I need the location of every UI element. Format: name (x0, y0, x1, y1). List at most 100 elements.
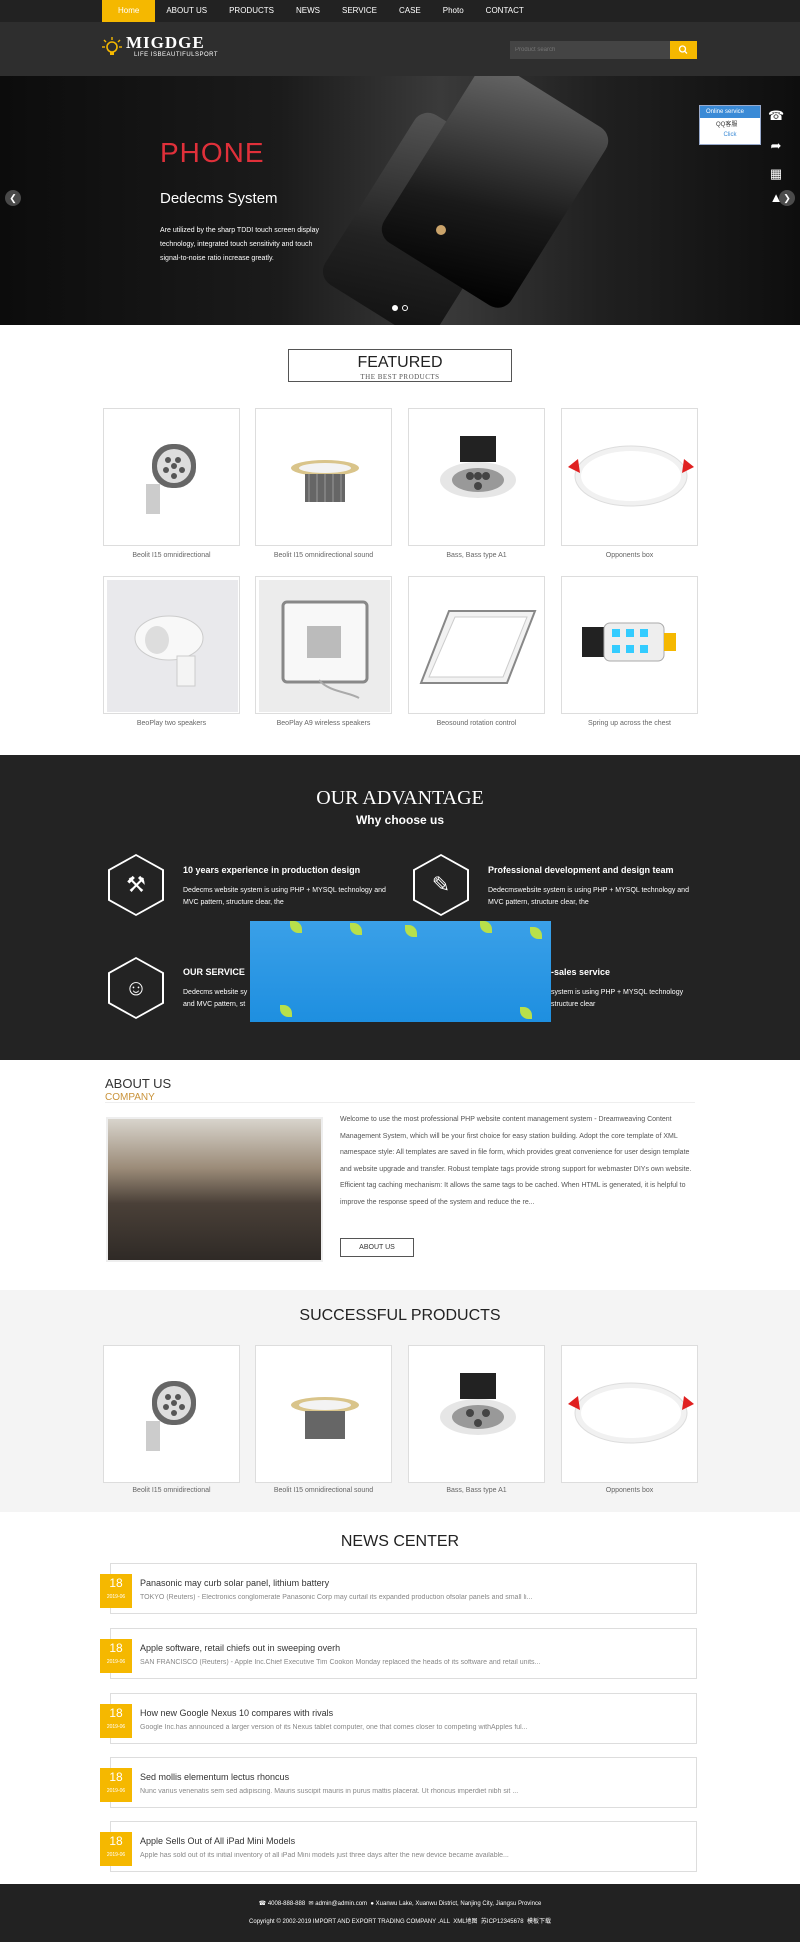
nav-photo[interactable]: Photo (432, 0, 475, 22)
banner-title: PHONE (160, 137, 265, 168)
featured-title: FEATURED (357, 354, 443, 371)
leaf-decoration (290, 921, 302, 933)
product-card[interactable] (103, 576, 240, 714)
news-item[interactable] (110, 1563, 697, 1614)
advantage-text: Dedecms website sy and MVC pattern, st (183, 989, 248, 1008)
news-headline[interactable]: How new Google Nexus 10 compares with ri… (140, 1708, 333, 1718)
product-caption[interactable]: BeoPlay two speakers (103, 720, 240, 727)
nav-about-us[interactable]: ABOUT US (155, 0, 218, 22)
news-headline[interactable]: Apple software, retail chiefs out in swe… (140, 1643, 340, 1653)
icp-link[interactable]: 苏ICP12345678 (481, 1919, 524, 1925)
news-summary: Nunc varius venenatis sem sed adipiscing… (140, 1788, 519, 1795)
leaf-decoration (530, 927, 542, 939)
product-caption[interactable]: Beolit I15 omnidirectional sound (255, 1487, 392, 1494)
news-date-badge: 18 2019-06 (100, 1574, 132, 1608)
product-card[interactable] (255, 576, 392, 714)
product-card[interactable] (408, 576, 545, 714)
product-caption[interactable]: Beolit I15 omnidirectional sound (255, 552, 392, 559)
product-caption[interactable]: Bass, Bass type A1 (408, 1487, 545, 1494)
news-day: 18 (109, 1834, 123, 1848)
about-title: ABOUT US (105, 1076, 172, 1091)
product-caption[interactable]: Beolit I15 omnidirectional (103, 552, 240, 559)
online-service-click[interactable]: Click (700, 132, 760, 138)
news-headline[interactable]: Apple Sells Out of All iPad Mini Models (140, 1836, 295, 1846)
product-card[interactable] (103, 408, 240, 546)
about-us-button[interactable]: ABOUT US (340, 1238, 414, 1257)
product-caption[interactable]: Opponents box (561, 1487, 698, 1494)
news-headline[interactable]: Panasonic may curb solar panel, lithium … (140, 1578, 329, 1588)
product-caption[interactable]: Bass, Bass type A1 (408, 552, 545, 559)
nav-products[interactable]: PRODUCTS (218, 0, 285, 22)
popup-ad-overlay[interactable] (250, 921, 551, 1022)
news-month: 2019-06 (106, 1659, 126, 1665)
online-service-header: Online service (700, 106, 760, 118)
product-card[interactable] (408, 1345, 545, 1483)
banner-dot-2[interactable] (402, 305, 408, 311)
product-card[interactable] (561, 1345, 698, 1483)
floodlight-icon (146, 444, 196, 514)
online-service-widget[interactable]: Online service QQ客服 Click (699, 105, 761, 145)
nav-home[interactable]: Home (102, 0, 156, 22)
news-day: 18 (109, 1641, 123, 1655)
footer-email[interactable]: admin@admin.com (315, 1901, 367, 1907)
footer-address: Xuanwu Lake, Xuanwu District, Nanjing Ci… (375, 1901, 542, 1907)
location-icon: ● (370, 1901, 374, 1907)
hero-banner (0, 76, 800, 325)
rocket-top-icon[interactable]: ▲ (768, 190, 784, 206)
product-card[interactable] (408, 408, 545, 546)
downlight-gold-icon (291, 1397, 359, 1439)
search-input[interactable] (510, 41, 670, 59)
downlight-black-icon (440, 436, 516, 498)
advantage-text: system is using PHP + MYSQL technology s… (551, 989, 684, 1008)
phone-camera (436, 225, 446, 235)
product-caption[interactable]: Spring up across the chest (561, 720, 698, 727)
product-card[interactable] (255, 1345, 392, 1483)
product-caption[interactable]: BeoPlay A9 wireless speakers (255, 720, 392, 727)
advantage-heading: OUR SERVICE (183, 967, 245, 977)
nav-news[interactable]: NEWS (285, 0, 331, 22)
banner-prev-arrow-icon[interactable]: ❮ (5, 190, 21, 206)
qrcode-icon[interactable]: ▦ (768, 166, 784, 182)
product-caption[interactable]: Beolit I15 omnidirectional (103, 1487, 240, 1494)
leaf-decoration (480, 921, 492, 933)
nav-contact[interactable]: CONTACT (475, 0, 535, 22)
search-button[interactable] (670, 41, 697, 59)
product-card[interactable] (561, 576, 698, 714)
banner-text: Are utilized by the sharp TDDI touch scr… (160, 227, 320, 262)
product-caption[interactable]: Opponents box (561, 552, 698, 559)
headset-icon[interactable]: ☎ (768, 108, 784, 124)
news-summary: SAN FRANCISCO (Reuters) - Apple Inc.Chie… (140, 1659, 541, 1666)
news-item[interactable] (110, 1757, 697, 1808)
template-download-link[interactable]: 模板下载 (527, 1919, 551, 1925)
lightbulb-logo-icon[interactable] (102, 36, 122, 58)
advantage-heading: 10 years experience in production design (183, 865, 361, 875)
product-caption[interactable]: Beosound rotation control (408, 720, 545, 727)
news-day: 18 (109, 1706, 123, 1720)
logo-name[interactable]: MIGDGE (126, 33, 205, 53)
led-bulb-icon (582, 622, 676, 662)
banner-dot-1[interactable] (392, 305, 398, 311)
news-headline[interactable]: Sed mollis elementum lectus rhoncus (140, 1772, 289, 1782)
product-card[interactable] (255, 408, 392, 546)
leaf-decoration (350, 923, 362, 935)
qq-service-link[interactable]: QQ客服 (700, 118, 760, 132)
news-item[interactable] (110, 1628, 697, 1679)
product-card[interactable] (561, 408, 698, 546)
search-icon (678, 45, 688, 54)
downlight-black-icon (440, 1373, 516, 1435)
news-item[interactable] (110, 1693, 697, 1744)
share-icon[interactable]: ➦ (768, 138, 784, 154)
sitemap-link[interactable]: XML地图 (453, 1919, 477, 1925)
product-card[interactable] (103, 1345, 240, 1483)
successful-title: SUCCESSFUL PRODUCTS (299, 1307, 501, 1324)
leaf-decoration (520, 1007, 532, 1019)
nav-service[interactable]: SERVICE (331, 0, 388, 22)
footer-contact: ☎ 4008-888-888 ✉ admin@admin.com ● Xuanw… (0, 1900, 800, 1907)
advantage-text: Dedecms website system is using PHP + MY… (183, 887, 386, 906)
nav-case[interactable]: CASE (388, 0, 432, 22)
news-date-badge: 18 2019-06 (100, 1704, 132, 1738)
office-image (106, 1117, 323, 1262)
footer-copyright: Copyright © 2002-2019 IMPORT AND EXPORT … (249, 1919, 450, 1925)
featured-title-box: FEATURED THE BEST PRODUCTS (288, 349, 512, 382)
news-item[interactable] (110, 1821, 697, 1872)
